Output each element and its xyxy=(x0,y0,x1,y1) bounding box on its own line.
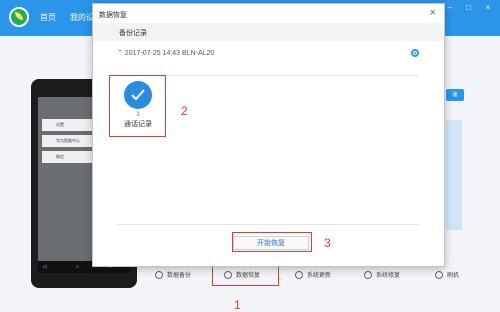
repair-action[interactable]: 系统修复 xyxy=(364,270,400,279)
clock-icon xyxy=(155,271,163,279)
close-icon[interactable]: × xyxy=(430,7,436,19)
wrench-icon xyxy=(364,271,372,279)
section-title: 备份记录 xyxy=(119,30,147,37)
backup-action[interactable]: 数据备份 xyxy=(155,270,191,279)
backup-record[interactable]: ⌃ 2017-07-25 14:43 BLN-AL20 xyxy=(117,49,214,57)
divider-bottom xyxy=(117,224,419,225)
highlight-restore xyxy=(212,265,279,286)
highlight-item xyxy=(109,75,166,137)
app-logo-icon xyxy=(9,7,29,27)
highlight-start xyxy=(232,232,312,252)
tab-my-devices[interactable]: 我的设 xyxy=(70,12,94,23)
update-action[interactable]: 系统更新 xyxy=(295,270,331,279)
record-radio[interactable] xyxy=(411,49,419,57)
side-action-button[interactable]: 速 xyxy=(446,89,464,101)
action-bar: 数据备份 数据恢复 系统更新 系统修复 刷机 xyxy=(150,266,500,284)
tab-home[interactable]: 首页 xyxy=(40,12,56,23)
annotation-3: 3 xyxy=(324,236,331,250)
flash-action[interactable]: 刷机 xyxy=(435,270,459,279)
restore-dialog: 数据恢复 × 备份记录 ⌃ 2017-07-25 14:43 BLN-AL20 … xyxy=(92,3,445,267)
section-header: 备份记录 xyxy=(93,23,444,41)
window-controls[interactable]: – □ × xyxy=(448,3,496,12)
annotation-1: 1 xyxy=(234,298,241,312)
upload-icon xyxy=(295,271,303,279)
flash-icon xyxy=(435,271,443,279)
dialog-title: 数据恢复 xyxy=(99,12,127,19)
side-panel xyxy=(446,120,462,230)
annotation-2: 2 xyxy=(181,104,188,118)
